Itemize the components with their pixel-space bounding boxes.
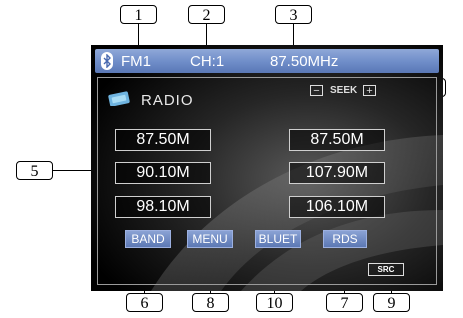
- callout-10: 10: [256, 293, 293, 312]
- callout-1: 1: [120, 5, 157, 24]
- callout-3: 3: [275, 5, 312, 24]
- seek-label: SEEK: [330, 85, 358, 96]
- callout-6: 6: [126, 293, 163, 312]
- seek-control: − SEEK +: [310, 85, 400, 98]
- callout-5: 5: [16, 161, 53, 180]
- menu-button[interactable]: MENU: [187, 230, 233, 248]
- channel-indicator: CH:1: [190, 53, 225, 70]
- radio-icon: [108, 91, 130, 106]
- callout-8: 8: [192, 293, 229, 312]
- mode-label: RADIO: [141, 92, 194, 109]
- callout-2: 2: [188, 5, 225, 24]
- rds-button[interactable]: RDS: [323, 230, 367, 248]
- preset-4[interactable]: 87.50M: [289, 129, 385, 151]
- radio-screen: FM1 CH:1 87.50MHz RADIO − SEEK + 87.50M …: [91, 45, 443, 291]
- band-indicator: FM1: [121, 53, 151, 70]
- bluetooth-icon: [101, 52, 113, 70]
- callout-9: 9: [373, 293, 410, 312]
- seek-up-button[interactable]: +: [363, 85, 376, 97]
- preset-2[interactable]: 90.10M: [115, 162, 211, 184]
- source-button[interactable]: SRC: [368, 263, 404, 276]
- preset-5[interactable]: 107.90M: [289, 162, 385, 184]
- status-bar: FM1 CH:1 87.50MHz: [95, 49, 439, 73]
- preset-3[interactable]: 98.10M: [115, 196, 211, 218]
- preset-6[interactable]: 106.10M: [289, 196, 385, 218]
- frequency-display: 87.50MHz: [270, 53, 339, 70]
- callout-7: 7: [326, 293, 363, 312]
- seek-down-button[interactable]: −: [310, 85, 323, 97]
- bluetooth-button[interactable]: BLUET: [255, 230, 301, 248]
- band-button[interactable]: BAND: [125, 230, 171, 248]
- preset-1[interactable]: 87.50M: [115, 129, 211, 151]
